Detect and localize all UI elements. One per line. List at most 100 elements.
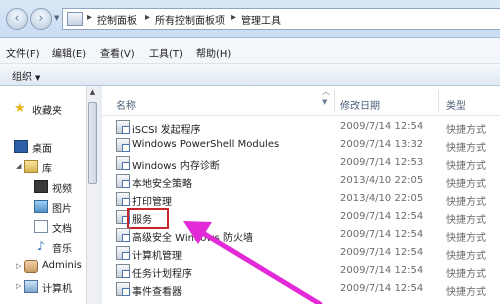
item-type: 快捷方式 [446, 269, 486, 280]
address-bar: ‹ › ▼ ▸ 控制面板 ▸ 所有控制面板项 ▸ 管理工具 [0, 0, 500, 38]
item-name: 任务计划程序 [132, 269, 192, 280]
shortcut-icon [116, 246, 130, 260]
shortcut-icon [116, 228, 130, 242]
column-date-header[interactable]: 修改日期 [340, 97, 380, 112]
shortcut-icon [116, 282, 130, 296]
nav-item-label: 桌面 [32, 144, 52, 155]
menu-view[interactable]: 查看(V) [100, 45, 135, 60]
nav-item-video[interactable]: 视频 [0, 178, 86, 196]
shortcut-icon [116, 156, 130, 170]
item-name: Windows 内存诊断 [132, 161, 220, 172]
shortcut-icon [116, 120, 130, 134]
item-date: 2009/7/14 12:54 [340, 229, 424, 240]
breadcrumb-control-panel[interactable]: 控制面板 [97, 12, 137, 27]
organize-label: 组织 [12, 72, 32, 83]
item-type: 快捷方式 [446, 179, 486, 190]
nav-item-favorites[interactable]: ★ 收藏夹 [0, 100, 86, 118]
nav-item-pictures[interactable]: 图片 [0, 198, 86, 216]
desktop-icon [14, 140, 28, 153]
item-date: 2009/7/14 12:53 [340, 157, 424, 168]
back-button[interactable]: ‹ [6, 8, 28, 30]
control-panel-icon [67, 12, 83, 26]
nav-item-label: 文档 [52, 224, 72, 235]
breadcrumb-admin-tools[interactable]: 管理工具 [241, 12, 281, 27]
expand-arrow-icon[interactable]: ▷ [16, 262, 21, 270]
nav-item-label: Adminis [42, 260, 82, 271]
nav-item-documents[interactable]: 文档 [0, 218, 86, 236]
list-item[interactable]: 事件查看器 2009/7/14 12:54 快捷方式 [102, 280, 500, 298]
list-item[interactable]: iSCSI 发起程序 2009/7/14 12:54 快捷方式 [102, 118, 500, 136]
nav-item-user[interactable]: ▷ Adminis [0, 258, 86, 276]
item-name: Windows PowerShell Modules [132, 139, 280, 150]
documents-icon [34, 220, 48, 233]
nav-item-label: 库 [42, 164, 52, 175]
nav-item-label: 图片 [52, 204, 72, 215]
shortcut-icon [116, 192, 130, 206]
menu-edit[interactable]: 编辑(E) [52, 45, 86, 60]
music-icon: ♪ [37, 239, 45, 253]
column-divider[interactable] [438, 90, 439, 112]
item-type: 快捷方式 [446, 143, 486, 154]
navigation-pane: ★ 收藏夹 桌面 ◢ 库 视频 图片 文档 ♪ 音乐 ▷ Adminis ▷ 计… [0, 86, 100, 304]
forward-button[interactable]: › [30, 8, 52, 30]
scroll-up-icon[interactable]: ▲ [87, 86, 98, 98]
breadcrumb-all-items[interactable]: 所有控制面板项 [155, 12, 225, 27]
list-item[interactable]: 打印管理 2013/4/10 22:05 快捷方式 [102, 190, 500, 208]
nav-item-computer[interactable]: ▷ 计算机 [0, 278, 86, 296]
column-filter-chevron-icon[interactable]: ▼ [322, 98, 327, 106]
item-name: 事件查看器 [132, 287, 182, 298]
nav-item-library[interactable]: ◢ 库 [0, 158, 86, 176]
scrollbar-thumb[interactable] [88, 102, 97, 184]
computer-icon [24, 280, 38, 293]
nav-item-music[interactable]: ♪ 音乐 [0, 238, 86, 256]
collapse-arrow-icon[interactable]: ◢ [16, 162, 21, 170]
column-divider[interactable] [334, 90, 335, 112]
item-type: 快捷方式 [446, 197, 486, 208]
chevron-down-icon: ▼ [35, 74, 41, 82]
sort-up-icon: ︿ [322, 87, 330, 96]
star-icon: ★ [14, 101, 26, 116]
expand-arrow-icon[interactable]: ▷ [16, 282, 21, 290]
item-name: 高级安全 Windows 防火墙 [132, 233, 253, 244]
list-item[interactable]: 高级安全 Windows 防火墙 2009/7/14 12:54 快捷方式 [102, 226, 500, 244]
item-date: 2013/4/10 22:05 [340, 193, 424, 204]
shortcut-icon [116, 264, 130, 278]
list-item[interactable]: 任务计划程序 2009/7/14 12:54 快捷方式 [102, 262, 500, 280]
user-folder-icon [24, 260, 38, 273]
nav-item-desktop[interactable]: 桌面 [0, 138, 86, 156]
menu-bar: 文件(F) 编辑(E) 查看(V) 工具(T) 帮助(H) [0, 38, 500, 64]
item-type: 快捷方式 [446, 233, 486, 244]
breadcrumb-separator-icon[interactable]: ▸ [231, 12, 236, 23]
breadcrumb-separator-icon[interactable]: ▸ [145, 12, 150, 23]
library-icon [24, 160, 38, 173]
list-item[interactable]: Windows 内存诊断 2009/7/14 12:53 快捷方式 [102, 154, 500, 172]
item-name: 服务 [127, 208, 169, 229]
item-date: 2009/7/14 12:54 [340, 283, 424, 294]
nav-item-label: 视频 [52, 184, 72, 195]
item-type: 快捷方式 [446, 125, 486, 136]
column-name-header[interactable]: 名称 [116, 97, 136, 112]
pictures-icon [34, 200, 48, 213]
address-field[interactable]: ▸ 控制面板 ▸ 所有控制面板项 ▸ 管理工具 [62, 8, 500, 30]
menu-tools[interactable]: 工具(T) [149, 45, 183, 60]
column-type-header[interactable]: 类型 [446, 97, 466, 112]
item-name: 计算机管理 [132, 251, 182, 262]
list-item-services[interactable]: 服务 2009/7/14 12:54 快捷方式 [102, 208, 500, 229]
item-date: 2009/7/14 13:32 [340, 139, 424, 150]
recent-pages-dropdown-icon[interactable]: ▼ [54, 14, 59, 22]
nav-item-label: 音乐 [52, 244, 72, 255]
item-date: 2009/7/14 12:54 [340, 121, 424, 132]
shortcut-icon [116, 174, 130, 188]
breadcrumb-separator-icon[interactable]: ▸ [87, 12, 92, 23]
menu-file[interactable]: 文件(F) [6, 45, 40, 60]
menu-help[interactable]: 帮助(H) [196, 45, 231, 60]
navigation-scrollbar[interactable]: ▲ [86, 86, 98, 304]
item-type: 快捷方式 [446, 215, 486, 226]
list-item[interactable]: Windows PowerShell Modules 2009/7/14 13:… [102, 136, 500, 154]
nav-item-label: 计算机 [42, 284, 72, 295]
list-item[interactable]: 本地安全策略 2013/4/10 22:05 快捷方式 [102, 172, 500, 190]
organize-button[interactable]: 组织 ▼ [12, 68, 40, 83]
item-type: 快捷方式 [446, 287, 486, 298]
shortcut-icon [116, 138, 130, 152]
list-item[interactable]: 计算机管理 2009/7/14 12:54 快捷方式 [102, 244, 500, 262]
